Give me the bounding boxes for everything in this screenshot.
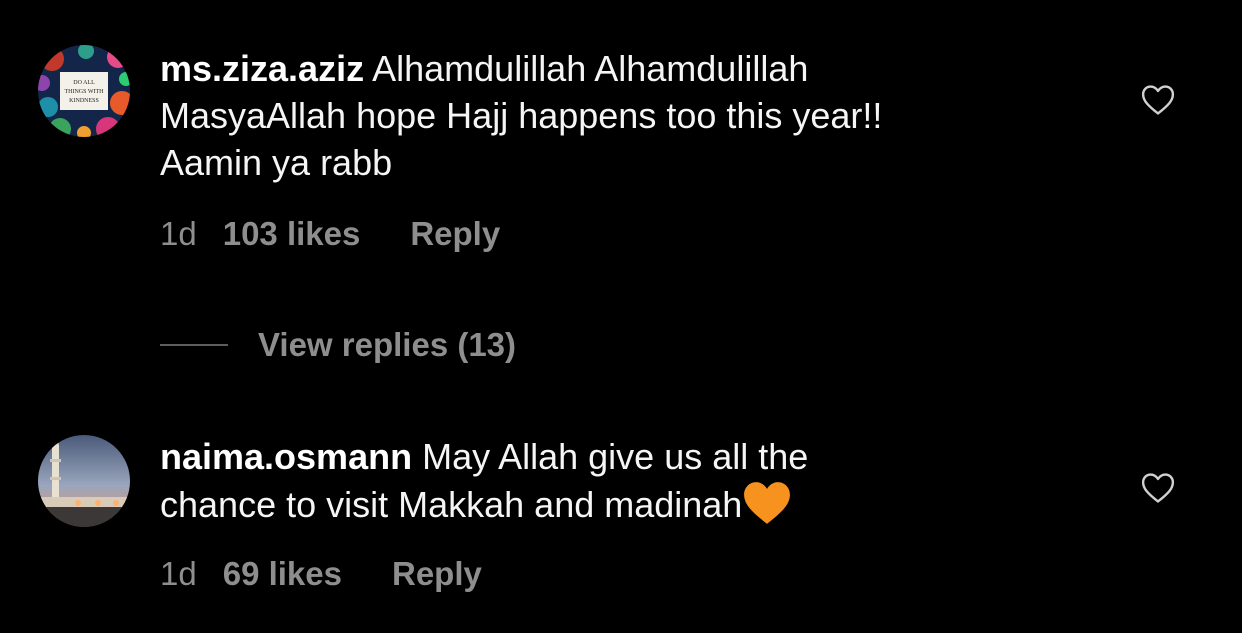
comment-body-line: chance to visit Makkah and madinah bbox=[160, 484, 743, 525]
reply-button[interactable]: Reply bbox=[410, 215, 500, 252]
comment-age: 1d bbox=[160, 555, 197, 592]
username[interactable]: naima.osmann bbox=[160, 436, 412, 477]
comment-meta: 1d 103 likes Reply bbox=[160, 215, 500, 253]
likes-count[interactable]: 103 likes bbox=[223, 215, 361, 252]
avatar-text-line: THINGS WITH bbox=[64, 89, 104, 95]
avatar-text-line: KINDNESS bbox=[69, 98, 99, 104]
comment-age: 1d bbox=[160, 215, 197, 252]
mosque-photo-avatar-icon bbox=[38, 435, 130, 527]
avatar[interactable] bbox=[38, 435, 130, 527]
reply-button[interactable]: Reply bbox=[392, 555, 482, 592]
comment-body-line: Alhamdulillah Alhamdulillah bbox=[364, 48, 809, 89]
comment-meta: 1d 69 likes Reply bbox=[160, 555, 482, 593]
view-replies-button[interactable]: View replies (13) bbox=[160, 325, 516, 365]
floral-kindness-avatar-icon: DO ALL THINGS WITH KINDNESS bbox=[38, 45, 130, 137]
likes-count[interactable]: 69 likes bbox=[223, 555, 342, 592]
comment-body-line: MasyaAllah hope Hajj happens too this ye… bbox=[160, 95, 883, 136]
heart-outline-icon bbox=[1141, 85, 1175, 115]
comment-body-line: May Allah give us all the bbox=[412, 436, 809, 477]
comment-text: naima.osmann May Allah give us all the c… bbox=[160, 433, 1060, 528]
view-replies-label: View replies (13) bbox=[258, 326, 517, 363]
orange-heart-emoji-icon bbox=[742, 480, 792, 526]
comment-body-line: Aamin ya rabb bbox=[160, 142, 393, 183]
like-button[interactable] bbox=[1141, 84, 1175, 116]
heart-outline-icon bbox=[1141, 473, 1175, 503]
replies-divider-line bbox=[160, 344, 228, 346]
username[interactable]: ms.ziza.aziz bbox=[160, 48, 364, 89]
comment-text: ms.ziza.aziz Alhamdulillah Alhamdulillah… bbox=[160, 45, 1060, 186]
avatar-text-line: DO ALL bbox=[73, 80, 95, 86]
like-button[interactable] bbox=[1141, 472, 1175, 504]
avatar[interactable]: DO ALL THINGS WITH KINDNESS bbox=[38, 45, 130, 137]
